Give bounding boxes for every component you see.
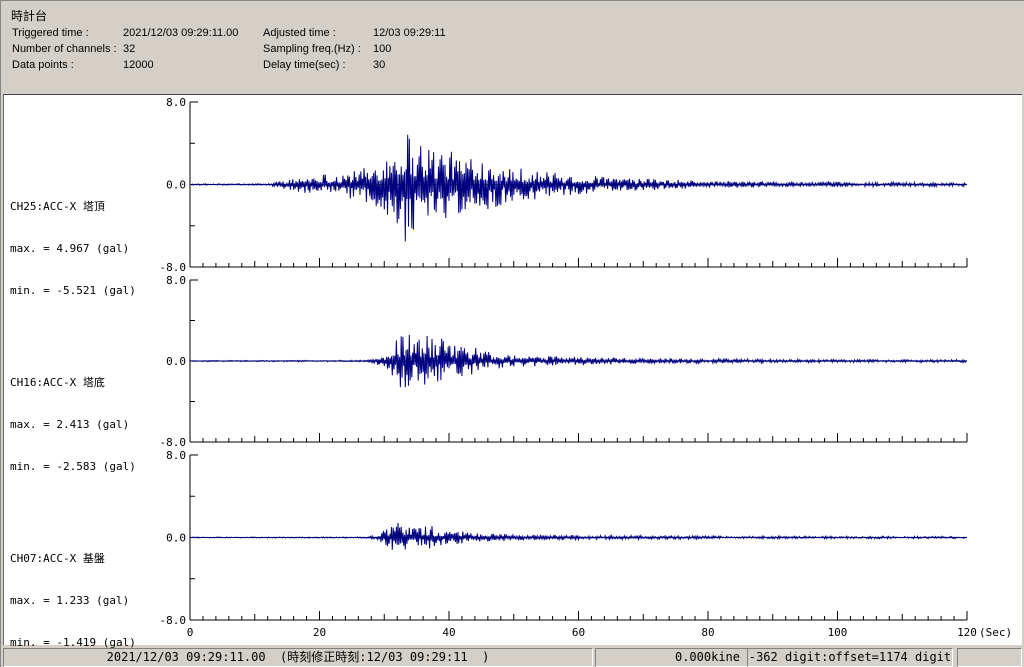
window-title: 時計台 (11, 9, 48, 23)
delay-time-value: 30 (373, 59, 386, 71)
channel-label: CH25:ACC-X 塔頂 max. = 4.967 (gal) min. = … (10, 172, 180, 326)
header-row: Triggered time : 2021/12/03 09:29:11.00 … (1, 27, 1024, 41)
status-time: 2021/12/03 09:29:11.00 (時刻修正時刻:12/03 09:… (3, 648, 593, 667)
channel-min: min. = -5.521 (gal) (10, 284, 136, 297)
x-tick-label: 100 (828, 626, 848, 639)
status-digit-offset: -362 digit:offset=1174 digit (747, 648, 953, 667)
adjusted-time-value: 12/03 09:29:11 (373, 27, 446, 39)
triggered-time-label: Triggered time : (12, 27, 89, 39)
channel-label: CH16:ACC-X 塔底 max. = 2.413 (gal) min. = … (10, 348, 180, 502)
x-tick-label: 60 (572, 626, 585, 639)
x-tick-label: 0 (187, 626, 194, 639)
status-kine-value: 0.000kine (595, 648, 749, 667)
channel-max: max. = 1.233 (gal) (10, 594, 130, 607)
y-tick-label: 8.0 (166, 96, 186, 109)
app-window: 時計台 Triggered time : 2021/12/03 09:29:11… (0, 0, 1024, 667)
adjusted-time-label: Adjusted time : (263, 27, 336, 39)
channel-name: CH25:ACC-X 塔頂 (10, 200, 105, 213)
waveform-trace (189, 522, 968, 550)
channel-max: max. = 2.413 (gal) (10, 418, 130, 431)
delay-time-label: Delay time(sec) : (263, 59, 346, 71)
channel-name: CH07:ACC-X 基盤 (10, 552, 105, 565)
header-row: Number of channels : 32 Sampling freq.(H… (1, 43, 1024, 57)
x-tick-label: 40 (442, 626, 455, 639)
triggered-time-value: 2021/12/03 09:29:11.00 (123, 27, 239, 39)
channel-name: CH16:ACC-X 塔底 (10, 376, 105, 389)
x-tick-label: 20 (313, 626, 326, 639)
data-points-label: Data points : (12, 59, 74, 71)
channel-min: min. = -2.583 (gal) (10, 460, 136, 473)
header-row: Data points : 12000 Delay time(sec) : 30 (1, 59, 1024, 73)
data-points-value: 12000 (123, 59, 154, 71)
sampling-freq-value: 100 (373, 43, 392, 55)
num-channels-value: 32 (123, 43, 136, 55)
x-axis-unit: (Sec) (979, 626, 1012, 639)
status-extra (957, 648, 1022, 667)
waveform-trace (189, 134, 968, 242)
sampling-freq-label: Sampling freq.(Hz) : (263, 43, 361, 55)
x-tick-label: 80 (701, 626, 714, 639)
channel-label: CH07:ACC-X 基盤 max. = 1.233 (gal) min. = … (10, 524, 180, 667)
x-tick-label: 120 (957, 626, 977, 639)
channel-max: max. = 4.967 (gal) (10, 242, 130, 255)
waveform-trace (189, 334, 968, 388)
num-channels-label: Number of channels : (12, 43, 117, 55)
